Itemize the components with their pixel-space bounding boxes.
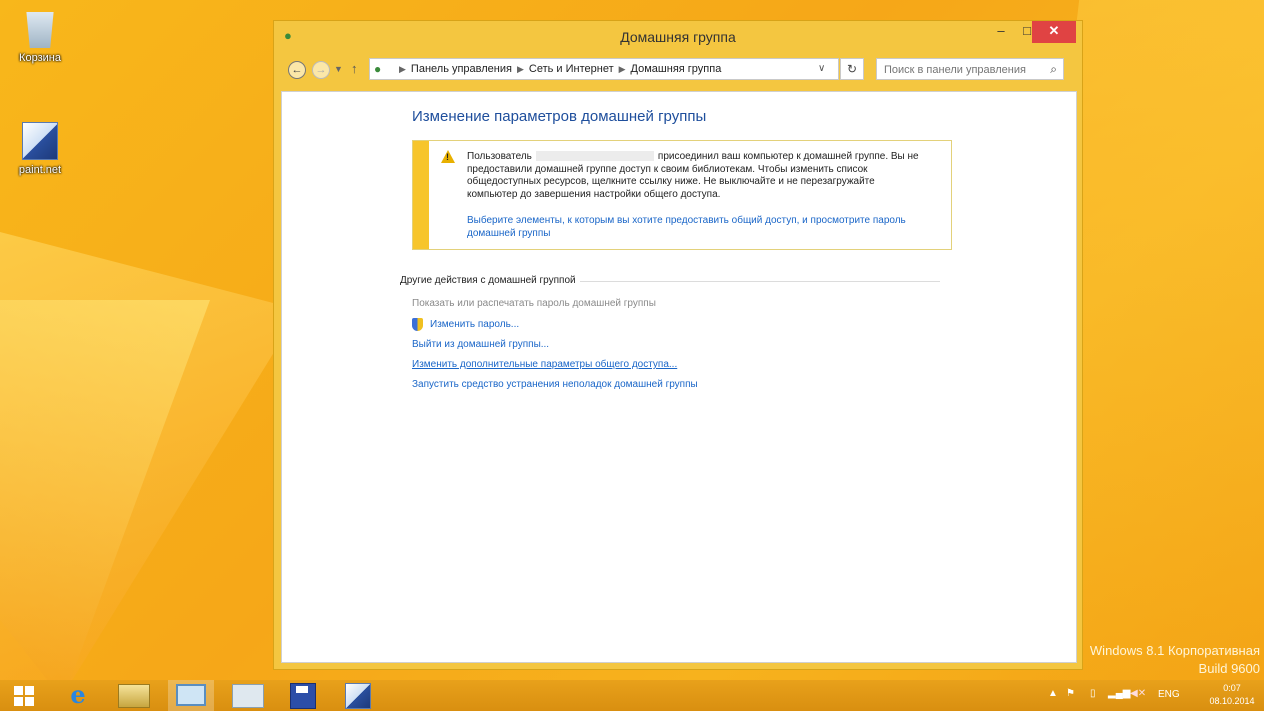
breadcrumb-separator-icon: ▶ [618, 64, 626, 74]
language-indicator[interactable]: ENG [1158, 689, 1180, 700]
breadcrumb-network-internet[interactable]: Сеть и Интернет [529, 63, 614, 75]
search-box[interactable]: ⌕ [876, 58, 1064, 80]
refresh-button[interactable]: ↻ [840, 58, 864, 80]
warning-notice: ! Пользователь присоединил ваш компьютер … [412, 140, 952, 250]
search-icon[interactable]: ⌕ [1050, 62, 1057, 77]
desktop-icon-label: Корзина [19, 52, 61, 64]
paint-net-icon[interactable] [345, 683, 371, 709]
choose-shared-items-link[interactable]: Выберите элементы, к которым вы хотите п… [467, 215, 927, 240]
taskbar: e ▲ ⚑ ▯ ▂▄▆ ◀✕ ENG 0:07 08.10.2014 [0, 680, 1264, 711]
save-floppy-icon[interactable] [290, 683, 316, 709]
window-title: Домашняя группа [620, 29, 736, 45]
internet-explorer-icon[interactable]: e [60, 683, 96, 708]
volume-muted-icon[interactable]: ◀✕ [1130, 688, 1146, 699]
clock[interactable]: 0:07 08.10.2014 [1203, 682, 1261, 708]
search-input[interactable] [882, 60, 1046, 80]
title-bar[interactable]: ● Домашняя группа – □ ✕ [274, 21, 1082, 51]
leave-homegroup-link[interactable]: Выйти из домашней группы... [412, 339, 549, 350]
breadcrumb-homegroup[interactable]: Домашняя группа [631, 63, 722, 75]
breadcrumb-separator-icon: ▶ [399, 64, 406, 74]
close-button[interactable]: ✕ [1032, 21, 1076, 43]
paint-net-icon [22, 122, 58, 160]
notice-text-after: присоединил ваш компьютер к домашней гру… [467, 151, 919, 200]
main-content: Изменение параметров домашней группы ! П… [281, 91, 1077, 663]
file-explorer-icon[interactable] [118, 684, 150, 708]
desktop-icon-paint-net[interactable]: paint.net [5, 122, 75, 176]
photo-viewer-icon[interactable] [232, 684, 264, 708]
watermark-edition: Windows 8.1 Корпоративная [1089, 643, 1260, 658]
breadcrumb: ▶ Панель управления ▶ Сеть и Интернет ▶ Домаш… [394, 63, 721, 75]
desktop-icon-recycle-bin[interactable]: Корзина [5, 12, 75, 64]
breadcrumb-control-panel[interactable]: Панель управления [411, 63, 512, 75]
notice-text-before: Пользователь [467, 151, 532, 162]
windows-logo-icon [25, 686, 34, 695]
notice-accent-bar [413, 141, 429, 249]
change-password-link[interactable]: Изменить пароль... [430, 319, 519, 330]
windows-logo-icon [14, 686, 23, 695]
back-button[interactable]: ← [288, 61, 306, 79]
redacted-username [535, 151, 654, 162]
watermark-build: Build 9600 [1198, 661, 1260, 676]
forward-button[interactable]: → [312, 61, 330, 79]
clock-date: 08.10.2014 [1209, 696, 1255, 706]
windows-logo-icon [25, 697, 34, 706]
page-title: Изменение параметров домашней группы [412, 108, 707, 125]
warning-exclamation: ! [446, 152, 449, 162]
homegroup-window: ● Домашняя группа – □ ✕ ← → ▼ ↑ ● ▶ Панел… [273, 20, 1083, 670]
show-password-link: Показать или распечатать пароль домашней… [412, 298, 656, 309]
chevron-down-icon[interactable]: ∨ [818, 63, 825, 74]
control-panel-icon[interactable] [176, 684, 206, 706]
recent-locations-chevron-icon[interactable]: ▼ [334, 64, 343, 74]
advanced-sharing-link[interactable]: Изменить дополнительные параметры общего… [412, 359, 677, 370]
recycle-bin-icon [26, 12, 54, 48]
windows-logo-icon [14, 697, 23, 706]
clock-time: 0:07 [1223, 683, 1241, 693]
notice-text: Пользователь присоединил ваш компьютер к … [467, 151, 927, 201]
troubleshooter-link[interactable]: Запустить средство устранения неполадок … [412, 379, 698, 390]
homegroup-icon: ● [374, 62, 382, 76]
network-icon[interactable]: ▯ [1090, 688, 1096, 699]
shield-icon [412, 318, 423, 331]
up-arrow-icon[interactable]: ↑ [351, 61, 358, 76]
address-row: ← → ▼ ↑ ● ▶ Панель управления ▶ Сеть и Инте… [274, 51, 1082, 91]
desktop-icon-label: paint.net [18, 164, 62, 176]
address-bar[interactable]: ● ▶ Панель управления ▶ Сеть и Интернет ▶ Дом… [369, 58, 839, 80]
wifi-signal-icon[interactable]: ▂▄▆ [1108, 688, 1130, 699]
breadcrumb-separator-icon: ▶ [516, 64, 524, 74]
start-button[interactable] [10, 683, 46, 708]
show-hidden-icons-icon[interactable]: ▲ [1048, 688, 1058, 699]
other-actions-heading: Другие действия с домашней группой [400, 275, 580, 286]
action-center-flag-icon[interactable]: ⚑ [1066, 688, 1075, 699]
